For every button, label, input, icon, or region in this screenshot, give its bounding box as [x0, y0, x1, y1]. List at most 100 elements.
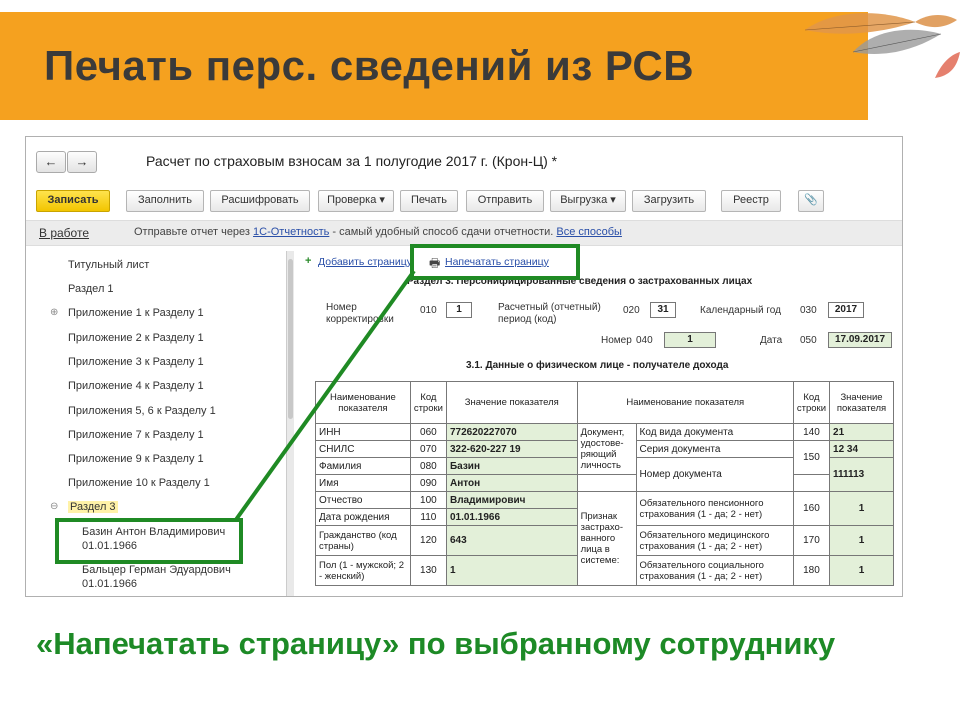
sidebar-item-title-page[interactable]: Титульный лист: [68, 259, 149, 271]
sidebar-item-app7[interactable]: Приложение 7 к Разделу 1: [68, 429, 204, 441]
1c-reporting-link[interactable]: 1С-Отчетность: [253, 226, 329, 238]
status-bar: В работе Отправьте отчет через 1С-Отчетн…: [26, 220, 902, 246]
pension-field[interactable]: 1: [829, 491, 894, 526]
date-field[interactable]: 17.09.2017: [828, 332, 892, 348]
export-button-label: Выгрузка: [560, 194, 608, 206]
sidebar-item-app10[interactable]: Приложение 10 к Разделу 1: [68, 477, 210, 489]
header-name: Наименование показателя: [315, 381, 411, 424]
row-code: 180: [792, 555, 831, 586]
sidebar-item-app3[interactable]: Приложение 3 к Разделу 1: [68, 356, 204, 368]
group-insurance: Признак застрахо-ванного лица в системе:: [576, 491, 637, 586]
surname-field[interactable]: Базин: [445, 457, 578, 475]
row-code: 170: [792, 525, 831, 556]
add-page-link[interactable]: Добавить страницу: [318, 256, 412, 268]
document-title: Расчет по страховым взносам за 1 полугод…: [146, 153, 558, 169]
status-message: Отправьте отчет через 1С-Отчетность - са…: [134, 226, 622, 238]
sidebar-scrollbar[interactable]: [287, 251, 294, 596]
toolbar: Записать Заполнить Расшифровать Проверка…: [26, 187, 902, 213]
doc-number-field[interactable]: 111113: [829, 457, 894, 492]
row-label: Гражданство (код страны): [315, 525, 411, 556]
doc-series-field[interactable]: 12 34: [829, 440, 894, 458]
row-label: СНИЛС: [315, 440, 411, 458]
number-label: Номер: [601, 335, 632, 346]
scrollbar-thumb[interactable]: [288, 259, 293, 419]
header-code: Код строки: [409, 381, 447, 424]
check-button-label: Проверка: [327, 194, 377, 206]
name-field[interactable]: Антон: [445, 474, 578, 492]
plus-icon: +: [305, 255, 312, 267]
table-row: Отчество 100 Владимирович Признак застра…: [315, 491, 894, 586]
sidebar-item-app1[interactable]: Приложение 1 к Разделу 1: [68, 307, 204, 319]
code-010: 010: [420, 305, 437, 316]
sidebar-item-app2[interactable]: Приложение 2 к Разделу 1: [68, 332, 204, 344]
sidebar-item-app9[interactable]: Приложение 9 к Разделу 1: [68, 453, 204, 465]
code-020: 020: [623, 305, 640, 316]
person-item[interactable]: Бальцер Герман Эдуардович 01.01.1966: [82, 563, 231, 591]
title-banner: Печать перс. сведений из РСВ: [0, 12, 868, 120]
date-label: Дата: [760, 335, 783, 346]
back-button[interactable]: ←: [36, 151, 66, 173]
leaves-decoration: [804, 13, 960, 78]
row-code: 100: [409, 491, 447, 509]
collapse-icon[interactable]: ⊖: [50, 501, 58, 512]
subsection-title: 3.1. Данные о физическом лице - получате…: [466, 360, 729, 371]
inn-field[interactable]: 772620227070: [445, 423, 578, 441]
row-code: 160: [792, 491, 831, 526]
birthdate-field[interactable]: 01.01.1966: [445, 508, 578, 526]
decode-button[interactable]: Расшифровать: [210, 190, 310, 212]
sidebar-item-app56[interactable]: Приложения 5, 6 к Разделу 1: [68, 405, 216, 417]
period-label: Расчетный (отчетный) период (код): [498, 302, 601, 325]
social-field[interactable]: 1: [829, 555, 894, 586]
send-button[interactable]: Отправить: [466, 190, 544, 212]
fill-button[interactable]: Заполнить: [126, 190, 204, 212]
all-ways-link[interactable]: Все способы: [556, 226, 622, 238]
sidebar-item-section1[interactable]: Раздел 1: [68, 283, 114, 295]
status-state[interactable]: В работе: [39, 226, 89, 240]
row-label: Фамилия: [315, 457, 411, 475]
year-label: Календарный год: [700, 305, 781, 316]
sidebar-item-app4[interactable]: Приложение 4 к Разделу 1: [68, 380, 204, 392]
code-030: 030: [800, 305, 817, 316]
table-row: ИНН 060 772620227070 Документ, удостове-…: [315, 423, 894, 475]
print-page-highlight: [410, 244, 580, 280]
number-field[interactable]: 1: [664, 332, 716, 348]
row-code: 150: [792, 440, 831, 475]
load-button[interactable]: Загрузить: [632, 190, 706, 212]
row-code: 060: [409, 423, 447, 441]
doc-type-field[interactable]: 21: [829, 423, 894, 441]
person-date: 01.01.1966: [82, 578, 138, 590]
header-code2: Код строки: [792, 381, 831, 424]
row-label: Обязательного пенсионного страхования (1…: [635, 491, 794, 526]
person-name: Бальцер Герман Эдуардович: [82, 564, 231, 576]
code-040: 040: [636, 335, 653, 346]
form-content: + Добавить страницу 🖶 Напечатать страниц…: [294, 251, 894, 596]
correction-label: Номер корректировки: [326, 302, 394, 325]
paperclip-icon[interactable]: 📎: [798, 190, 824, 212]
sidebar-item-section3[interactable]: Раздел 3: [68, 501, 118, 513]
correction-field[interactable]: 1: [446, 302, 472, 318]
row-code: 120: [409, 525, 447, 556]
expand-icon[interactable]: ⊕: [50, 307, 58, 318]
person-data-table: Наименование показателя Код строки Значе…: [315, 381, 894, 586]
employee-highlight: [55, 518, 243, 564]
forward-button[interactable]: →: [67, 151, 97, 173]
dropdown-arrow-icon: ▾: [610, 194, 616, 206]
registry-button[interactable]: Реестр: [721, 190, 781, 212]
snils-field[interactable]: 322-620-227 19: [445, 440, 578, 458]
row-label: Дата рождения: [315, 508, 411, 526]
export-button[interactable]: Выгрузка ▾: [550, 190, 626, 212]
row-label: Пол (1 - мужской; 2 - женский): [315, 555, 411, 586]
header-value: Значение показателя: [445, 381, 578, 424]
save-button[interactable]: Записать: [36, 190, 110, 212]
period-field[interactable]: 31: [650, 302, 676, 318]
check-button[interactable]: Проверка ▾: [318, 190, 394, 212]
patronymic-field[interactable]: Владимирович: [445, 491, 578, 509]
row-label: ИНН: [315, 423, 411, 441]
citizenship-field[interactable]: 643: [445, 525, 578, 556]
gender-field[interactable]: 1: [445, 555, 578, 586]
header-name2: Наименование показателя: [576, 381, 794, 424]
table-row: Имя 090 Антон: [315, 474, 894, 492]
print-button[interactable]: Печать: [400, 190, 458, 212]
year-field[interactable]: 2017: [828, 302, 864, 318]
medical-field[interactable]: 1: [829, 525, 894, 556]
